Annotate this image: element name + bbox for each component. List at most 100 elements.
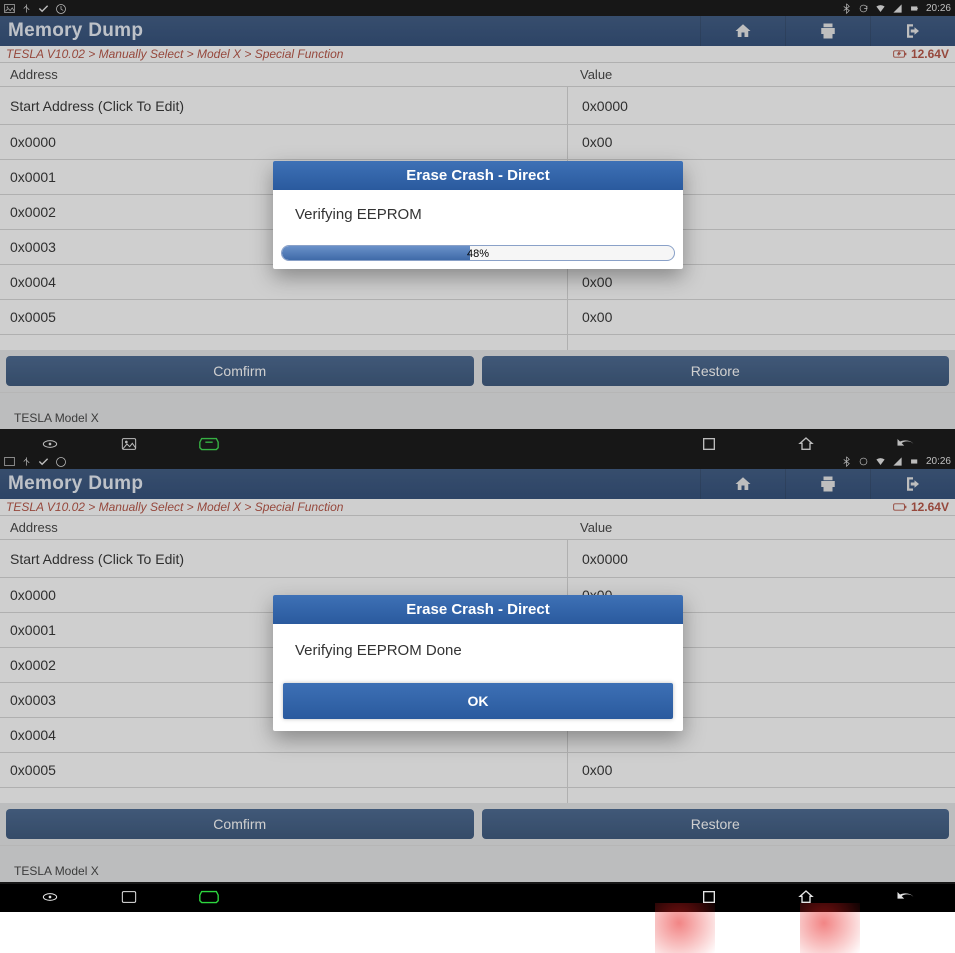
sync-icon	[858, 456, 869, 467]
wifi-icon	[875, 3, 886, 14]
modal-message: Verifying EEPROM Done	[273, 624, 683, 679]
cell-address	[0, 335, 568, 350]
page-title: Memory Dump	[0, 20, 143, 42]
nav-orbit-icon[interactable]	[40, 889, 60, 905]
print-button[interactable]	[785, 16, 870, 46]
table-header: Address Value	[0, 62, 955, 86]
table-row	[0, 787, 955, 803]
table-row: 0x00050x00	[0, 299, 955, 334]
navbar	[0, 882, 955, 912]
usb-icon	[21, 456, 32, 467]
clock-icon	[55, 456, 66, 467]
statusbar: 20:26	[0, 0, 955, 16]
sync-icon	[858, 3, 869, 14]
statusbar-time: 20:26	[926, 456, 951, 467]
image-icon	[4, 456, 15, 467]
button-bar: Comfirm Restore	[0, 803, 955, 845]
usb-icon	[21, 3, 32, 14]
bluetooth-icon	[841, 3, 852, 14]
bluetooth-icon	[841, 456, 852, 467]
footer-label: TESLA Model X	[0, 392, 955, 429]
voltage: 12.64V	[893, 500, 949, 514]
cell-value: 0x00	[568, 300, 612, 334]
breadcrumb: TESLA V10.02 > Manually Select > Model X…	[6, 47, 343, 61]
confirm-button[interactable]: Comfirm	[6, 356, 474, 386]
cell-value: 0x0000	[568, 87, 628, 124]
cell-value	[568, 335, 582, 350]
nav-home-icon[interactable]	[797, 436, 815, 452]
clock-icon	[55, 3, 66, 14]
table-row[interactable]: Start Address (Click To Edit)0x0000	[0, 86, 955, 124]
cell-value: 0x00	[568, 265, 612, 299]
nav-recent-icon[interactable]	[701, 436, 717, 452]
header-address: Address	[0, 63, 570, 86]
print-button[interactable]	[785, 469, 870, 499]
nav-diag-icon[interactable]	[198, 889, 220, 905]
ok-button[interactable]: OK	[283, 683, 673, 719]
nav-recent-icon[interactable]	[701, 889, 717, 905]
table-row: 0x00000x00	[0, 124, 955, 159]
table-row: 0x00050x00	[0, 752, 955, 787]
page-title: Memory Dump	[0, 473, 143, 495]
modal-message: Verifying EEPROM	[273, 190, 683, 239]
nav-home-icon[interactable]	[797, 889, 815, 905]
statusbar: 20:26	[0, 453, 955, 469]
battery-icon	[909, 3, 920, 14]
breadcrumb: TESLA V10.02 > Manually Select > Model X…	[6, 500, 343, 514]
exit-button[interactable]	[870, 16, 955, 46]
header-value: Value	[570, 516, 622, 539]
table-row	[0, 334, 955, 350]
header-value: Value	[570, 63, 622, 86]
restore-button[interactable]: Restore	[482, 809, 950, 839]
table-row[interactable]: Start Address (Click To Edit)0x0000	[0, 539, 955, 577]
breadcrumb-row: TESLA V10.02 > Manually Select > Model X…	[0, 499, 955, 515]
cell-value	[568, 788, 582, 803]
progress-bar: 48%	[281, 245, 675, 261]
table-row: 0x00040x00	[0, 264, 955, 299]
cell-address: Start Address (Click To Edit)	[0, 540, 568, 577]
screen-top: 20:26 Memory Dump TESLA V10.02 > Manuall…	[0, 0, 955, 453]
cell-value: 0x00	[568, 753, 612, 787]
nav-image-icon[interactable]	[120, 436, 138, 452]
footer-label: TESLA Model X	[0, 845, 955, 882]
image-icon	[4, 3, 15, 14]
done-modal: Erase Crash - Direct Verifying EEPROM Do…	[273, 595, 683, 731]
modal-title: Erase Crash - Direct	[273, 161, 683, 190]
check-icon	[38, 3, 49, 14]
header-address: Address	[0, 516, 570, 539]
confirm-button[interactable]: Comfirm	[6, 809, 474, 839]
cell-value: 0x0000	[568, 540, 628, 577]
breadcrumb-row: TESLA V10.02 > Manually Select > Model X…	[0, 46, 955, 62]
check-icon	[38, 456, 49, 467]
nav-back-icon[interactable]	[895, 890, 915, 904]
home-button[interactable]	[700, 469, 785, 499]
cell-address	[0, 788, 568, 803]
screen-bottom: 20:26 Memory Dump TESLA V10.02 > Manuall…	[0, 453, 955, 884]
titlebar: Memory Dump	[0, 16, 955, 46]
titlebar: Memory Dump	[0, 469, 955, 499]
button-bar: Comfirm Restore	[0, 350, 955, 392]
wifi-icon	[875, 456, 886, 467]
nav-orbit-icon[interactable]	[40, 436, 60, 452]
signal-icon	[892, 3, 903, 14]
home-button[interactable]	[700, 16, 785, 46]
nav-back-icon[interactable]	[895, 437, 915, 451]
voltage: 12.64V	[893, 47, 949, 61]
restore-button[interactable]: Restore	[482, 356, 950, 386]
modal-title: Erase Crash - Direct	[273, 595, 683, 624]
cell-value: 0x00	[568, 125, 612, 159]
progress-modal: Erase Crash - Direct Verifying EEPROM 48…	[273, 161, 683, 269]
signal-icon	[892, 456, 903, 467]
table-header: Address Value	[0, 515, 955, 539]
battery-icon	[909, 456, 920, 467]
statusbar-time: 20:26	[926, 3, 951, 14]
nav-diag-icon[interactable]	[198, 436, 220, 452]
nav-image-icon[interactable]	[120, 889, 138, 905]
cell-address: 0x0000	[0, 125, 568, 159]
cell-address: 0x0005	[0, 300, 568, 334]
cell-address: Start Address (Click To Edit)	[0, 87, 568, 124]
progress-label: 48%	[282, 246, 674, 261]
cell-address: 0x0004	[0, 265, 568, 299]
cell-address: 0x0005	[0, 753, 568, 787]
exit-button[interactable]	[870, 469, 955, 499]
